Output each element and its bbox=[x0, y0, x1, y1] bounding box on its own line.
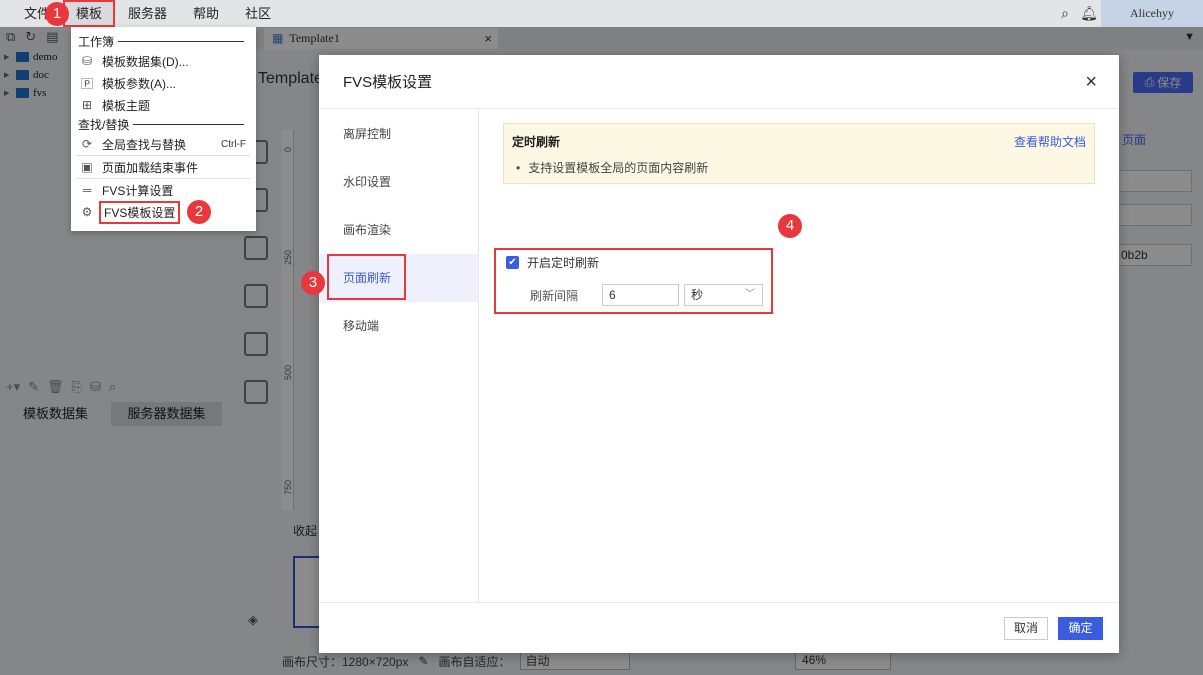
enable-refresh-row[interactable]: ✔ 开启定时刷新 bbox=[506, 254, 599, 271]
enable-refresh-checkbox[interactable]: ✔ bbox=[506, 256, 519, 269]
nav-page-refresh[interactable]: 页面刷新 bbox=[319, 254, 478, 302]
dialog-nav: 离屏控制 水印设置 画布渲染 页面刷新 移动端 bbox=[319, 110, 479, 602]
menu-template[interactable]: 模板 bbox=[63, 0, 116, 27]
interval-unit-select[interactable]: 秒 ﹀ bbox=[684, 284, 763, 306]
menu-item-label: 页面加载结束事件 bbox=[102, 160, 199, 175]
database-icon: ⛁ bbox=[81, 54, 93, 68]
unit-value: 秒 bbox=[691, 288, 704, 302]
fvs-template-settings-dialog: FVS模板设置 × 离屏控制 水印设置 画布渲染 页面刷新 移动端 定时刷新 查… bbox=[319, 55, 1119, 653]
shortcut-label: Ctrl-F bbox=[221, 138, 246, 150]
nav-offscreen-control[interactable]: 离屏控制 bbox=[319, 110, 478, 158]
step-marker-2: 2 bbox=[187, 200, 211, 224]
menubar: 文件 模板 服务器 帮助 社区 ⌕ 🔔︎ Alicehyy bbox=[0, 0, 1203, 27]
nav-watermark[interactable]: 水印设置 bbox=[319, 158, 478, 206]
menu-item-fvs-template-settings[interactable]: ⚙ FVS模板设置 bbox=[71, 200, 256, 224]
refresh-setting-group: ✔ 开启定时刷新 刷新间隔 6 秒 ﹀ bbox=[494, 248, 773, 314]
user-name[interactable]: Alicehyy bbox=[1101, 0, 1203, 27]
event-icon: ▣ bbox=[81, 160, 93, 174]
nav-mobile[interactable]: 移动端 bbox=[319, 302, 478, 350]
interval-label: 刷新间隔 bbox=[530, 288, 579, 303]
enable-refresh-label: 开启定时刷新 bbox=[527, 256, 600, 270]
search-icon[interactable]: ⌕ bbox=[1053, 0, 1077, 27]
interval-input[interactable]: 6 bbox=[602, 284, 679, 306]
search-replace-icon: ⟳ bbox=[81, 137, 93, 151]
menu-item-label: FVS模板设置 bbox=[98, 200, 181, 224]
menu-item-template-theme[interactable]: ⊞ 模板主题 bbox=[71, 94, 256, 116]
notice-desc: 支持设置模板全局的页面内容刷新 bbox=[516, 159, 708, 176]
menu-item-template-dataset[interactable]: ⛁ 模板数据集(D)... bbox=[71, 50, 256, 72]
menu-item-template-parameter[interactable]: 🄿 模板参数(A)... bbox=[71, 72, 256, 94]
menu-item-fvs-calc[interactable]: ═ FVS计算设置 bbox=[71, 179, 256, 201]
template-dropdown-menu: 工作簿 ⛁ 模板数据集(D)... 🄿 模板参数(A)... ⊞ 模板主题 查找… bbox=[71, 27, 256, 231]
help-doc-link[interactable]: 查看帮助文档 bbox=[1014, 133, 1086, 150]
menu-item-find-replace[interactable]: ⟳ 全局查找与替换 Ctrl-F bbox=[71, 133, 256, 155]
dialog-footer: 取消 确定 bbox=[319, 602, 1119, 653]
notice-box: 定时刷新 查看帮助文档 支持设置模板全局的页面内容刷新 bbox=[503, 123, 1095, 184]
nav-canvas-render[interactable]: 画布渲染 bbox=[319, 206, 478, 254]
section-label: 工作簿 bbox=[78, 35, 115, 49]
template-settings-icon: ⚙ bbox=[81, 205, 93, 219]
step-marker-4: 4 bbox=[778, 214, 802, 238]
menu-item-label: 模板主题 bbox=[102, 98, 151, 113]
dialog-title: FVS模板设置 bbox=[319, 55, 1119, 109]
menu-item-label: 模板数据集(D)... bbox=[102, 54, 189, 69]
parameter-icon: 🄿 bbox=[80, 76, 93, 91]
calc-icon: ═ bbox=[82, 183, 92, 197]
dialog-body: 定时刷新 查看帮助文档 支持设置模板全局的页面内容刷新 ✔ 开启定时刷新 刷新间… bbox=[479, 110, 1119, 602]
section-find-replace: 查找/替换 bbox=[71, 116, 256, 133]
section-workbook: 工作簿 bbox=[71, 33, 256, 50]
menu-item-label: 模板参数(A)... bbox=[102, 76, 176, 91]
menu-community[interactable]: 社区 bbox=[232, 0, 284, 27]
close-icon[interactable]: × bbox=[1085, 69, 1097, 95]
menu-item-label: 全局查找与替换 bbox=[102, 137, 187, 152]
step-marker-3: 3 bbox=[301, 271, 325, 295]
chevron-down-icon: ﹀ bbox=[745, 289, 755, 300]
notice-title: 定时刷新 bbox=[512, 135, 561, 149]
theme-icon: ⊞ bbox=[81, 98, 93, 112]
menu-item-page-load-event[interactable]: ▣ 页面加载结束事件 bbox=[71, 156, 256, 178]
menubar-right: ⌕ 🔔︎ Alicehyy bbox=[1053, 0, 1203, 27]
interval-row: 刷新间隔 6 秒 ﹀ bbox=[530, 284, 763, 306]
bell-icon[interactable]: 🔔︎ bbox=[1077, 0, 1101, 27]
menu-server[interactable]: 服务器 bbox=[115, 0, 180, 27]
step-marker-1: 1 bbox=[45, 2, 69, 26]
menu-help[interactable]: 帮助 bbox=[180, 0, 232, 27]
cancel-button[interactable]: 取消 bbox=[1004, 617, 1048, 640]
nav-label: 页面刷新 bbox=[327, 254, 406, 300]
ok-button[interactable]: 确定 bbox=[1058, 617, 1103, 640]
menu-item-label: FVS计算设置 bbox=[102, 183, 174, 198]
section-label: 查找/替换 bbox=[78, 118, 130, 132]
